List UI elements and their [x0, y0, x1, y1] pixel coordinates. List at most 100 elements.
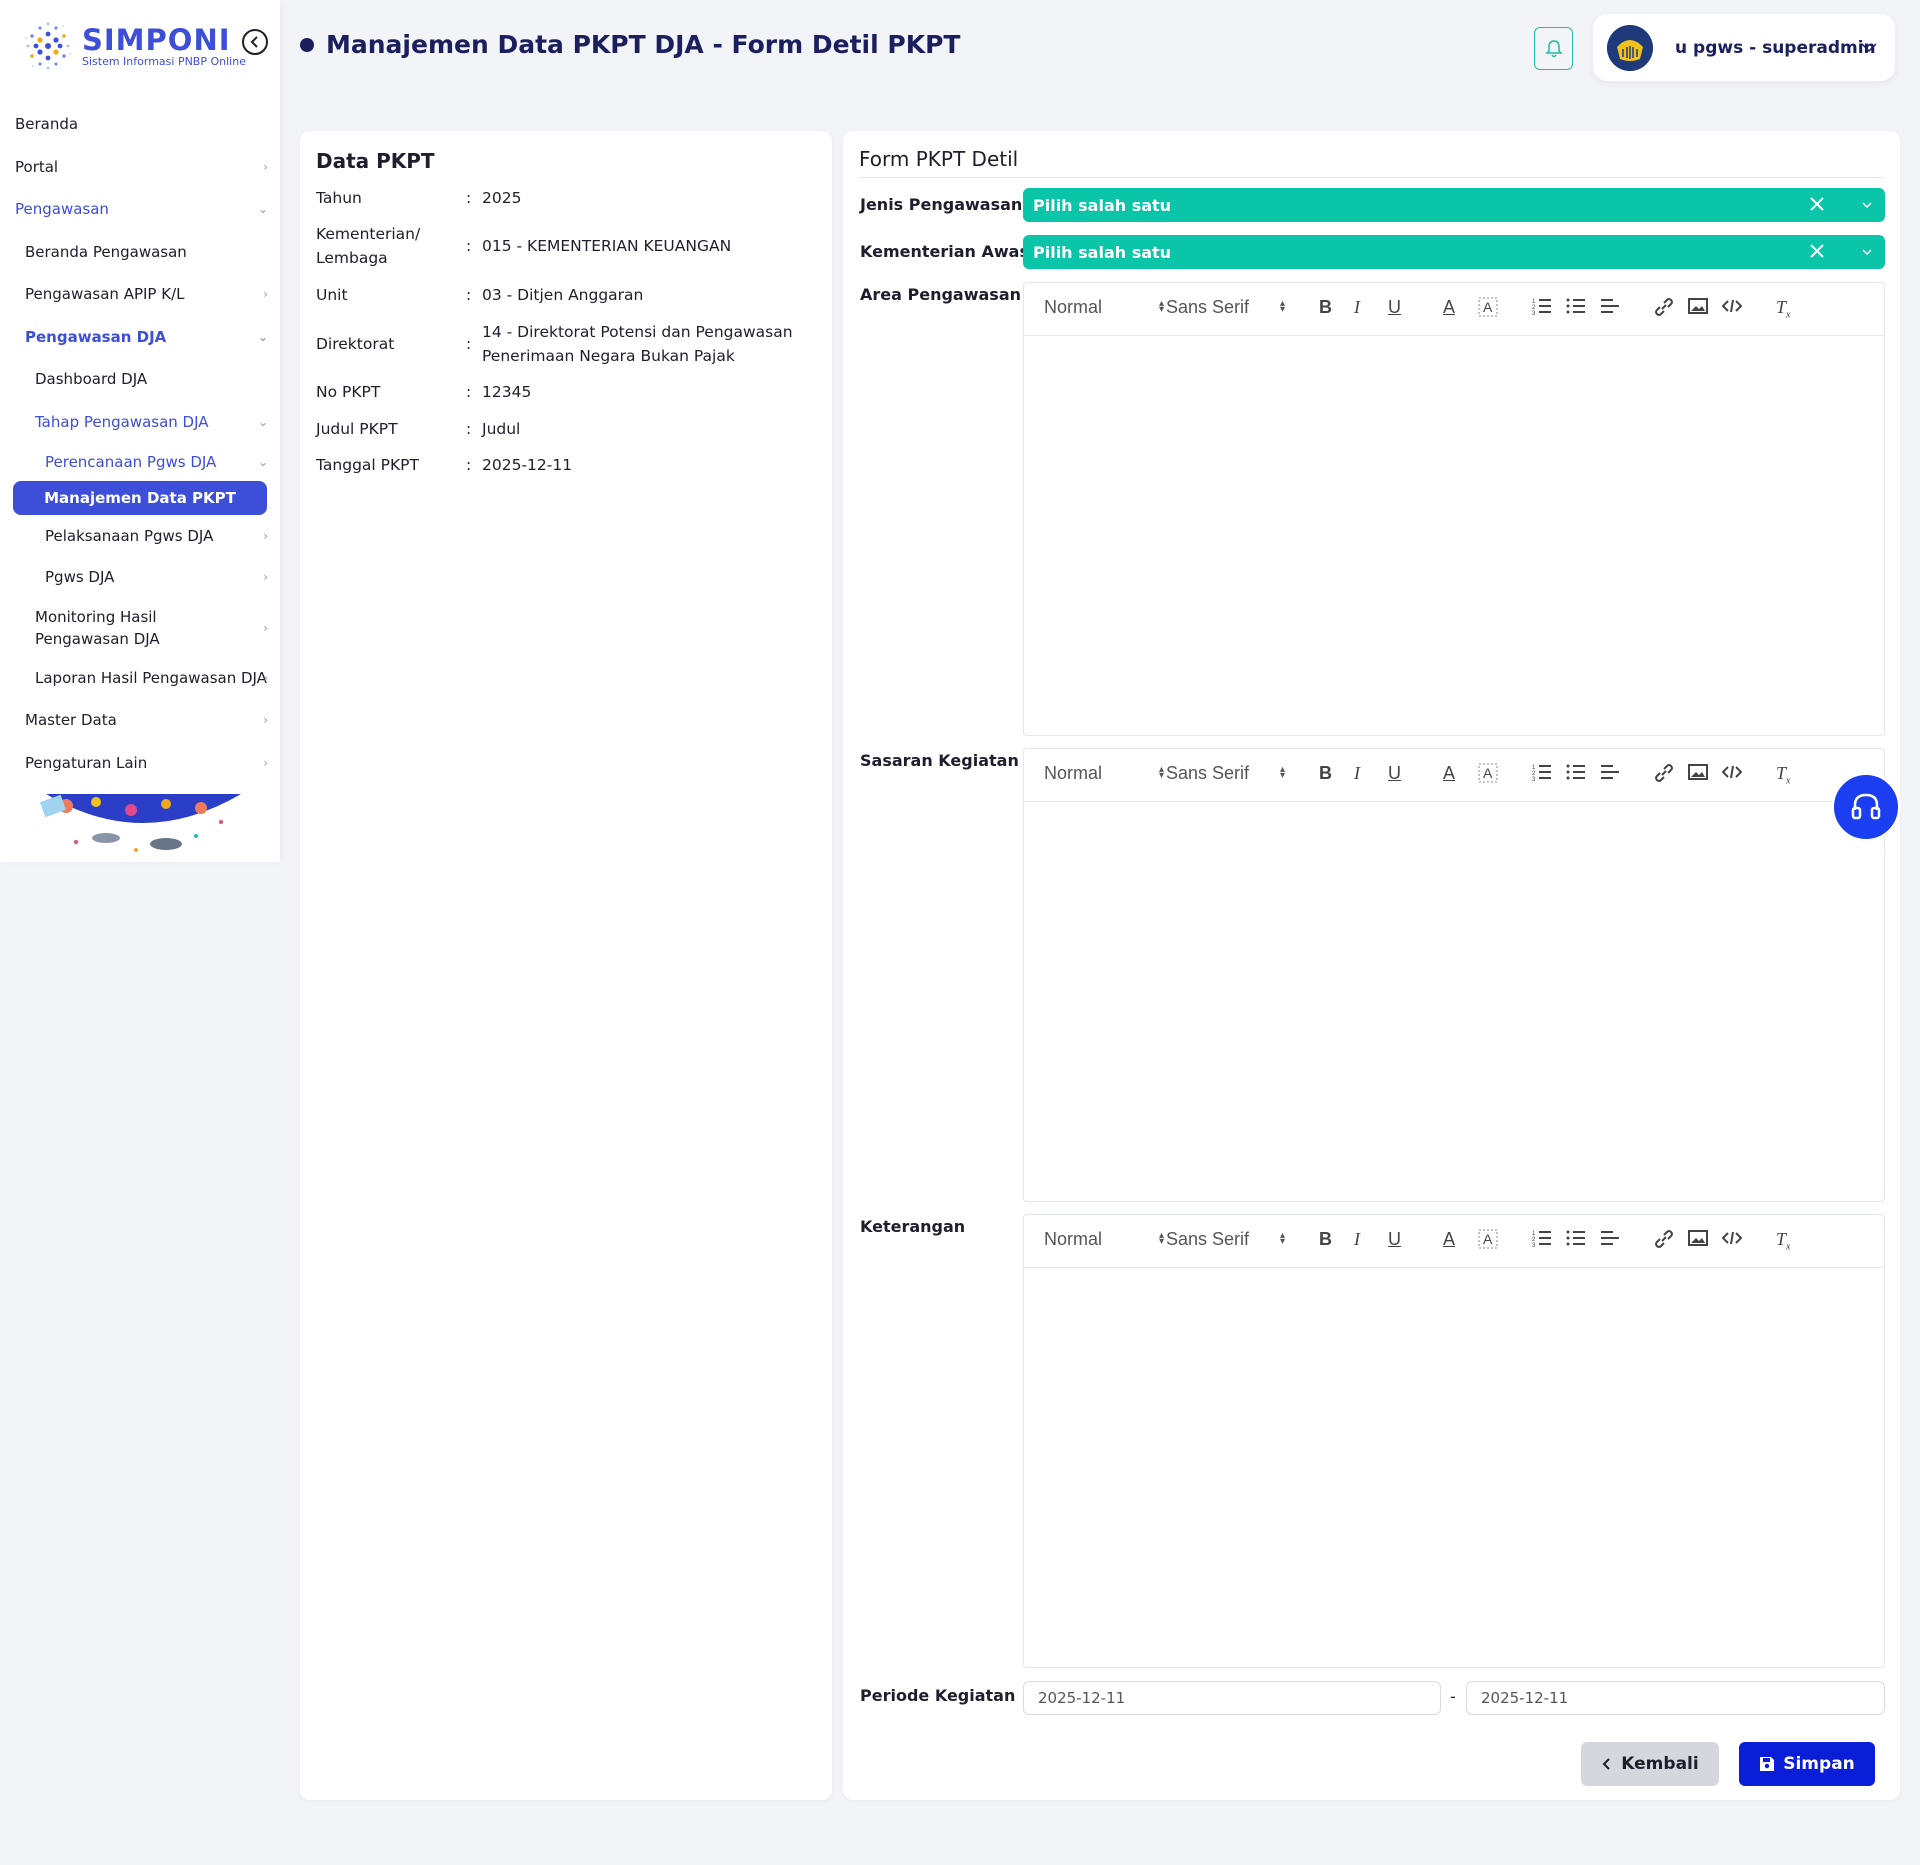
sidebar-item-perencanaan[interactable]: Perencanaan Pgws DJA ⌄ — [0, 443, 280, 481]
sidebar-item-monitoring[interactable]: Monitoring Hasil Pengawasan DJA › — [0, 599, 280, 657]
ordered-list-icon[interactable]: 123 — [1532, 1229, 1552, 1252]
link-icon[interactable] — [1654, 763, 1674, 788]
bullet-list-icon[interactable] — [1566, 297, 1586, 320]
detail-sep: : — [466, 456, 472, 474]
sidebar: SIMPONI Sistem Informasi PNBP Online Ber… — [0, 0, 280, 862]
clear-icon[interactable] — [1809, 193, 1825, 218]
kementerian-awas-label: Kementerian Awas — [860, 242, 1029, 261]
save-button[interactable]: Simpan — [1739, 1742, 1875, 1786]
sidebar-item-label: Pengawasan — [15, 200, 109, 219]
svg-text:A: A — [1483, 299, 1493, 315]
image-icon[interactable] — [1688, 1229, 1708, 1252]
collapse-sidebar-icon[interactable] — [242, 29, 268, 55]
background-color-icon[interactable]: A — [1478, 297, 1498, 322]
periode-end-input[interactable]: 2025-12-11 — [1466, 1681, 1885, 1715]
ordered-list-icon[interactable]: 123 — [1532, 297, 1552, 320]
bullet-list-icon[interactable] — [1566, 763, 1586, 786]
support-headset-icon[interactable] — [1831, 772, 1901, 842]
code-icon[interactable] — [1721, 763, 1743, 786]
clear-format-icon[interactable]: Tx — [1776, 763, 1790, 787]
format-select[interactable]: Normal ▴ ▾ — [1044, 763, 1164, 784]
sidebar-item-laporan[interactable]: Laporan Hasil Pengawasan DJA › — [0, 657, 280, 700]
sasaran-kegiatan-editor[interactable]: Normal▴▾ Sans Serif▴▾ B I U A A 123 — [1023, 748, 1885, 1202]
chevron-down-icon — [1861, 38, 1877, 57]
chevron-down-icon[interactable] — [1861, 245, 1873, 259]
sidebar-item-portal[interactable]: Portal › — [0, 146, 280, 189]
sidebar-item-pengaturan-lain[interactable]: Pengaturan Lain › — [0, 742, 280, 785]
format-select-value: Normal — [1044, 297, 1103, 317]
periode-start-value: 2025-12-11 — [1038, 1689, 1126, 1707]
user-menu[interactable]: u pgws - superadmin — [1593, 14, 1895, 81]
bold-icon[interactable]: B — [1319, 763, 1332, 784]
align-icon[interactable] — [1600, 297, 1620, 320]
italic-icon[interactable]: I — [1354, 297, 1360, 318]
text-color-icon[interactable]: A — [1443, 763, 1455, 784]
sidebar-item-pengawasan[interactable]: Pengawasan ⌄ — [0, 188, 280, 231]
bold-icon[interactable]: B — [1319, 1229, 1332, 1250]
sidebar-item-pgws-dja[interactable]: Pgws DJA › — [0, 556, 280, 599]
image-icon[interactable] — [1688, 297, 1708, 320]
text-color-icon[interactable]: A — [1443, 1229, 1455, 1250]
sidebar-item-dashboard-dja[interactable]: Dashboard DJA — [0, 358, 280, 401]
sidebar-item-label: Portal — [15, 157, 59, 176]
chevron-right-icon: › — [263, 755, 268, 770]
kementerian-awas-select[interactable]: Pilih salah satu — [1023, 235, 1885, 269]
periode-start-input[interactable]: 2025-12-11 — [1023, 1681, 1441, 1715]
sidebar-illustration — [36, 792, 248, 858]
italic-icon[interactable]: I — [1354, 763, 1360, 784]
bold-icon[interactable]: B — [1319, 297, 1332, 318]
align-icon[interactable] — [1600, 763, 1620, 786]
sidebar-item-pengawasan-apip[interactable]: Pengawasan APIP K/L › — [0, 273, 280, 316]
sidebar-item-pelaksanaan[interactable]: Pelaksanaan Pgws DJA › — [0, 515, 280, 556]
detail-value: 14 - Direktorat Potensi dan Pengawasan P… — [482, 323, 793, 365]
detail-key: Tanggal PKPT — [316, 456, 419, 474]
sidebar-item-tahap-pengawasan[interactable]: Tahap Pengawasan DJA ⌄ — [0, 401, 280, 444]
editor-toolbar: Normal▴▾ Sans Serif▴▾ B I U A A 123 — [1024, 283, 1884, 336]
text-color-icon[interactable]: A — [1443, 297, 1455, 318]
page-title-text: Manajemen Data PKPT DJA - Form Detil PKP… — [326, 30, 961, 59]
notification-bell-icon[interactable] — [1534, 27, 1573, 70]
font-select-value: Sans Serif — [1166, 1229, 1250, 1249]
detail-row-kementerian: Kementerian/ Lembaga : 015 - KEMENTERIAN… — [316, 222, 816, 270]
back-button[interactable]: Kembali — [1581, 1742, 1719, 1786]
sidebar-item-pengawasan-dja[interactable]: Pengawasan DJA ⌄ — [0, 316, 280, 359]
chevron-right-icon: › — [263, 620, 268, 635]
underline-icon[interactable]: U — [1388, 763, 1401, 784]
svg-text:3: 3 — [1532, 1243, 1536, 1247]
code-icon[interactable] — [1721, 1229, 1743, 1252]
format-select[interactable]: Normal ▴ ▾ — [1044, 297, 1164, 318]
underline-icon[interactable]: U — [1388, 1229, 1401, 1250]
image-icon[interactable] — [1688, 763, 1708, 786]
keterangan-editor[interactable]: Normal▴▾ Sans Serif▴▾ B I U A A 123 — [1023, 1214, 1885, 1668]
link-icon[interactable] — [1654, 297, 1674, 322]
font-select[interactable]: Sans Serif ▴ ▾ — [1166, 297, 1285, 318]
format-select[interactable]: Normal ▴ ▾ — [1044, 1229, 1164, 1250]
area-pengawasan-editor[interactable]: Normal▴▾ Sans Serif▴▾ B I U A A 123 — [1023, 282, 1885, 736]
jenis-pengawasan-select[interactable]: Pilih salah satu — [1023, 188, 1885, 222]
sidebar-item-manajemen-pkpt[interactable]: Manajemen Data PKPT — [13, 481, 267, 515]
font-select[interactable]: Sans Serif ▴ ▾ — [1166, 763, 1285, 784]
detail-key: Direktorat — [316, 335, 395, 353]
ordered-list-icon[interactable]: 123 — [1532, 763, 1552, 786]
bullet-list-icon[interactable] — [1566, 1229, 1586, 1252]
underline-icon[interactable]: U — [1388, 297, 1401, 318]
back-button-label: Kembali — [1621, 1754, 1699, 1774]
code-icon[interactable] — [1721, 297, 1743, 320]
chevron-down-icon[interactable] — [1861, 198, 1873, 212]
align-icon[interactable] — [1600, 1229, 1620, 1252]
sidebar-item-label: Beranda — [15, 115, 79, 134]
background-color-icon[interactable]: A — [1478, 1229, 1498, 1254]
sidebar-item-master-data[interactable]: Master Data › — [0, 699, 280, 742]
sidebar-item-beranda[interactable]: Beranda — [0, 103, 280, 146]
font-select[interactable]: Sans Serif ▴ ▾ — [1166, 1229, 1285, 1250]
background-color-icon[interactable]: A — [1478, 763, 1498, 788]
sidebar-item-beranda-pengawasan[interactable]: Beranda Pengawasan — [0, 231, 280, 274]
italic-icon[interactable]: I — [1354, 1229, 1360, 1250]
clear-format-icon[interactable]: Tx — [1776, 1229, 1790, 1253]
area-pengawasan-label: Area Pengawasan — [860, 285, 1021, 304]
chevron-left-icon — [1602, 1758, 1610, 1770]
clear-icon[interactable] — [1809, 240, 1825, 265]
link-icon[interactable] — [1654, 1229, 1674, 1254]
clear-format-icon[interactable]: Tx — [1776, 297, 1790, 321]
logo[interactable]: SIMPONI Sistem Informasi PNBP Online — [18, 16, 246, 76]
